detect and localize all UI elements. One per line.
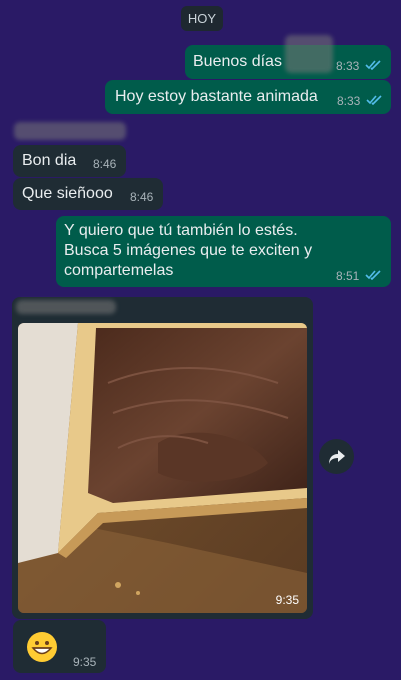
message-time: 8:46	[93, 157, 117, 171]
message-text-line-2: Busca 5 imágenes que te exciten y	[64, 242, 313, 259]
message-text-line-3: compartemelas	[64, 262, 174, 279]
bread-with-chocolate-spread-photo	[18, 323, 307, 613]
message-text: Que sieñooo	[22, 185, 113, 202]
message-outgoing-1[interactable]: Buenos días 8:33	[185, 35, 391, 79]
message-time: 8:33	[336, 59, 360, 73]
forward-button[interactable]	[319, 439, 354, 474]
double-check-icon	[365, 60, 381, 70]
double-check-icon	[365, 270, 381, 280]
message-outgoing-2[interactable]: Hoy estoy bastante animada 8:33	[105, 80, 391, 114]
message-outgoing-3[interactable]: Y quiero que tú también lo estés. Busca …	[56, 216, 391, 287]
grinning-face-emoji	[27, 632, 57, 662]
message-text: Hoy estoy bastante animada	[115, 88, 318, 105]
message-text: Bon dia	[22, 152, 77, 169]
day-separator: HOY	[181, 6, 223, 31]
message-text: Buenos días	[193, 53, 282, 70]
message-time: 8:46	[130, 190, 154, 204]
message-incoming-1[interactable]: Bon dia 8:46	[13, 145, 126, 177]
message-text-line-1: Y quiero que tú también lo estés.	[64, 222, 298, 239]
redacted-sticker	[285, 35, 333, 73]
redacted-sender-name	[14, 122, 126, 140]
message-time: 9:35	[73, 655, 97, 669]
day-separator-label: HOY	[187, 11, 217, 26]
image-thumbnail[interactable]: 9:35	[18, 323, 307, 613]
forward-icon	[328, 449, 345, 464]
redacted-sender-name	[16, 300, 116, 314]
double-check-icon	[366, 95, 382, 105]
message-incoming-2[interactable]: Que sieñooo 8:46	[13, 178, 163, 210]
message-time: 8:33	[337, 94, 361, 108]
message-time: 8:51	[336, 269, 360, 283]
message-time: 9:35	[275, 593, 299, 607]
